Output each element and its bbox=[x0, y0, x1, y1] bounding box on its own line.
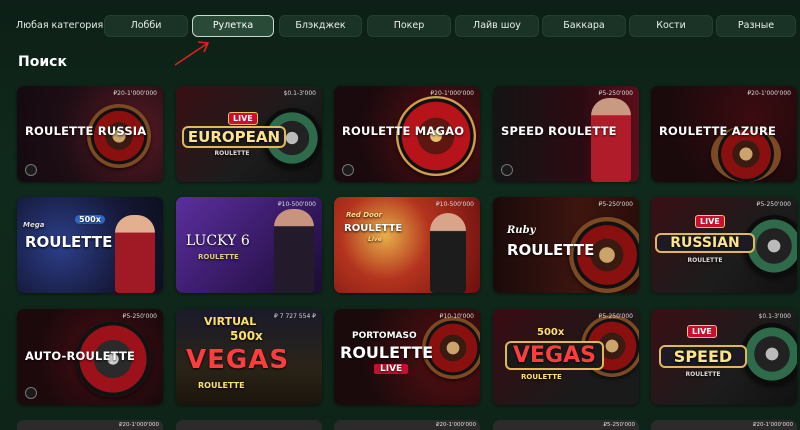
game-subtitle: ROULETTE bbox=[198, 253, 239, 261]
category-roulette[interactable]: Рулетка bbox=[192, 15, 274, 37]
game-tile-russian-roulette[interactable]: LIVE RUSSIAN ROULETTE ₽5-250'000 bbox=[651, 197, 797, 293]
game-subtitle: ROULETTE bbox=[685, 371, 721, 378]
game-limit: ₽ 7 727 554 ₽ bbox=[274, 313, 316, 320]
game-limit: ₽20-1'000'000 bbox=[430, 90, 474, 97]
game-pretitle: Red Door bbox=[346, 211, 383, 219]
game-title: AUTO-ROULETTE bbox=[25, 349, 136, 363]
multiplier-badge: 500x bbox=[75, 215, 105, 224]
category-lobby[interactable]: Лобби bbox=[104, 15, 188, 37]
multiplier-badge: 500x bbox=[537, 327, 565, 338]
game-limit: ₽20-1'000'000 bbox=[747, 90, 791, 97]
category-dice[interactable]: Кости bbox=[629, 15, 713, 37]
category-live-show[interactable]: Лайв шоу bbox=[455, 15, 539, 37]
game-subtitle: ROULETTE bbox=[687, 257, 723, 264]
game-tile-roulette-azure[interactable]: ₽20-1'000'000 ROULETTE AZURE bbox=[651, 86, 797, 182]
category-poker[interactable]: Покер bbox=[367, 15, 451, 37]
category-any[interactable]: Любая категория bbox=[15, 15, 103, 37]
game-limit: ₽10-10'000 bbox=[439, 313, 474, 320]
game-limit: ₽5-250'000 bbox=[756, 201, 791, 208]
game-tile-auto-roulette[interactable]: ₽5-250'000 AUTO-ROULETTE bbox=[17, 309, 163, 405]
game-subtitle: LIVE bbox=[374, 364, 409, 374]
game-title: ROULETTE bbox=[344, 223, 403, 234]
red-arrow-icon bbox=[174, 41, 210, 66]
game-tile-roulette-magao[interactable]: ₽20-1'000'000 ROULETTE MAGAO bbox=[334, 86, 480, 182]
game-limit: ₽5-250'000 bbox=[598, 313, 633, 320]
game-pretitle: Ruby bbox=[507, 225, 536, 236]
game-tile-partial[interactable]: ₽20-1'000'000 bbox=[651, 420, 797, 430]
game-tile-portomaso-roulette[interactable]: PORTOMASO ROULETTE LIVE ₽10-10'000 bbox=[334, 309, 480, 405]
game-tile-partial[interactable]: ₽20-1'000'000 bbox=[17, 420, 163, 430]
game-title: SPEED ROULETTE bbox=[501, 124, 617, 138]
category-blackjack[interactable]: Блэкджек bbox=[279, 15, 362, 37]
section-title: Поиск bbox=[18, 54, 67, 70]
game-limit: ₽20-1'000'000 bbox=[752, 422, 793, 428]
game-tile-500x-vegas-roulette[interactable]: 500x VEGAS ROULETTE ₽5-250'000 bbox=[493, 309, 639, 405]
game-pretitle: Mega bbox=[23, 221, 45, 229]
game-limit: ₽10-500'000 bbox=[435, 201, 474, 208]
live-badge: LIVE bbox=[687, 325, 717, 338]
provider-icon bbox=[342, 164, 354, 176]
category-misc[interactable]: Разные bbox=[716, 15, 796, 37]
game-subtitle: ROULETTE bbox=[198, 381, 245, 390]
game-title: RUSSIAN bbox=[655, 233, 755, 253]
game-tile-roulette-russia[interactable]: ₽20-1'000'000 ROULETTE RUSSIA bbox=[17, 86, 163, 182]
game-pretitle: PORTOMASO bbox=[352, 331, 417, 341]
live-badge: LIVE bbox=[228, 112, 258, 125]
game-limit: ₽5-250'000 bbox=[598, 201, 633, 208]
game-limit: $0.1-3'000 bbox=[283, 90, 316, 97]
game-limit: ₽20-1'000'000 bbox=[118, 422, 159, 428]
game-title: ROULETTE bbox=[507, 241, 595, 259]
game-title: VEGAS bbox=[186, 345, 290, 375]
game-subtitle: ROULETTE bbox=[521, 373, 562, 381]
game-limit: ₽5-250'000 bbox=[598, 90, 633, 97]
game-tile-partial[interactable]: ₽5-250'000 bbox=[493, 420, 639, 430]
provider-icon bbox=[501, 164, 513, 176]
live-badge: LIVE bbox=[695, 215, 725, 228]
game-subtitle: Live bbox=[368, 236, 382, 243]
next-row-partial: ₽20-1'000'000 ₽20-1'000'000 ₽5-250'000 ₽… bbox=[17, 420, 800, 430]
game-tile-red-door-roulette[interactable]: Red Door ROULETTE Live ₽10-500'000 bbox=[334, 197, 480, 293]
game-limit: ₽10-500'000 bbox=[277, 201, 316, 208]
game-limit: ₽5-250'000 bbox=[603, 422, 636, 428]
game-limit: $0.1-3'000 bbox=[758, 313, 791, 320]
game-title: ROULETTE bbox=[340, 343, 434, 362]
game-tile-speed-roulette[interactable]: ₽5-250'000 SPEED ROULETTE bbox=[493, 86, 639, 182]
category-baccarat[interactable]: Баккара bbox=[542, 15, 626, 37]
game-title: VEGAS bbox=[505, 341, 604, 370]
game-title: LUCKY 6 bbox=[186, 233, 250, 249]
game-tile-lucky-6-roulette[interactable]: LUCKY 6 ROULETTE ₽10-500'000 bbox=[176, 197, 322, 293]
game-tile-virtual-vegas-roulette[interactable]: VIRTUAL 500x VEGAS ROULETTE ₽ 7 727 554 … bbox=[176, 309, 322, 405]
game-limit: ₽20-1'000'000 bbox=[113, 90, 157, 97]
game-tile-partial[interactable] bbox=[176, 420, 322, 430]
game-limit: ₽5-250'000 bbox=[122, 313, 157, 320]
game-tile-european-roulette[interactable]: LIVE EUROPEAN ROULETTE $0.1-3'000 bbox=[176, 86, 322, 182]
game-title: SPEED bbox=[659, 345, 747, 368]
game-title: EUROPEAN bbox=[182, 126, 286, 148]
game-subtitle: ROULETTE bbox=[214, 150, 250, 157]
game-tile-partial[interactable]: ₽20-1'000'000 bbox=[334, 420, 480, 430]
game-pretitle: VIRTUAL bbox=[204, 315, 257, 328]
game-limit: ₽20-1'000'000 bbox=[435, 422, 476, 428]
provider-icon bbox=[25, 387, 37, 399]
game-title: ROULETTE MAGAO bbox=[342, 124, 465, 138]
game-tile-mega-roulette[interactable]: Mega 500x ROULETTE bbox=[17, 197, 163, 293]
provider-icon bbox=[25, 164, 37, 176]
game-tile-speed-roulette-live[interactable]: LIVE SPEED ROULETTE $0.1-3'000 bbox=[651, 309, 797, 405]
game-tile-ruby-roulette[interactable]: Ruby ROULETTE ₽5-250'000 bbox=[493, 197, 639, 293]
game-title: ROULETTE bbox=[25, 233, 113, 251]
game-title: ROULETTE RUSSIA bbox=[25, 124, 147, 138]
multiplier-badge: 500x bbox=[230, 329, 263, 343]
game-title: ROULETTE AZURE bbox=[659, 124, 777, 138]
